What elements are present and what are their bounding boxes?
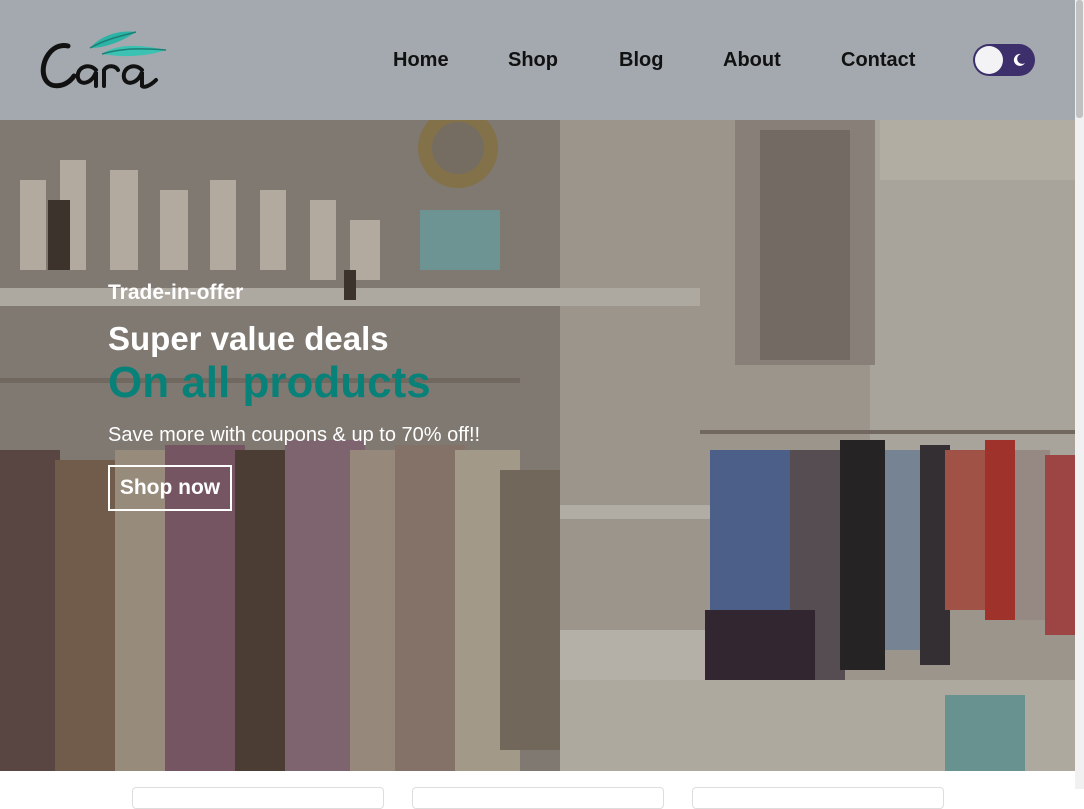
nav-contact[interactable]: Contact	[841, 48, 915, 72]
main-nav: Home Shop Blog About Contact	[0, 0, 1075, 120]
hero-accent-line: On all products	[108, 358, 431, 407]
toggle-knob	[975, 46, 1003, 74]
feature-card	[132, 787, 384, 809]
theme-toggle[interactable]	[973, 44, 1035, 76]
feature-card	[692, 787, 944, 809]
shop-now-button[interactable]: Shop now	[108, 465, 232, 511]
moon-icon	[1013, 53, 1025, 66]
page-scrollbar[interactable]	[1075, 0, 1084, 789]
nav-blog[interactable]: Blog	[619, 48, 663, 72]
hero-headline: Super value deals	[108, 320, 389, 357]
nav-shop[interactable]: Shop	[508, 48, 558, 72]
nav-home[interactable]: Home	[393, 48, 449, 72]
feature-strip	[0, 771, 1075, 809]
hero-subtext: Save more with coupons & up to 70% off!!	[108, 424, 481, 446]
hero-eyebrow: Trade-in-offer	[108, 281, 244, 304]
scrollbar-thumb[interactable]	[1076, 0, 1083, 118]
nav-about[interactable]: About	[723, 48, 781, 72]
feature-card	[412, 787, 664, 809]
site-header: Home Shop Blog About Contact	[0, 0, 1075, 120]
